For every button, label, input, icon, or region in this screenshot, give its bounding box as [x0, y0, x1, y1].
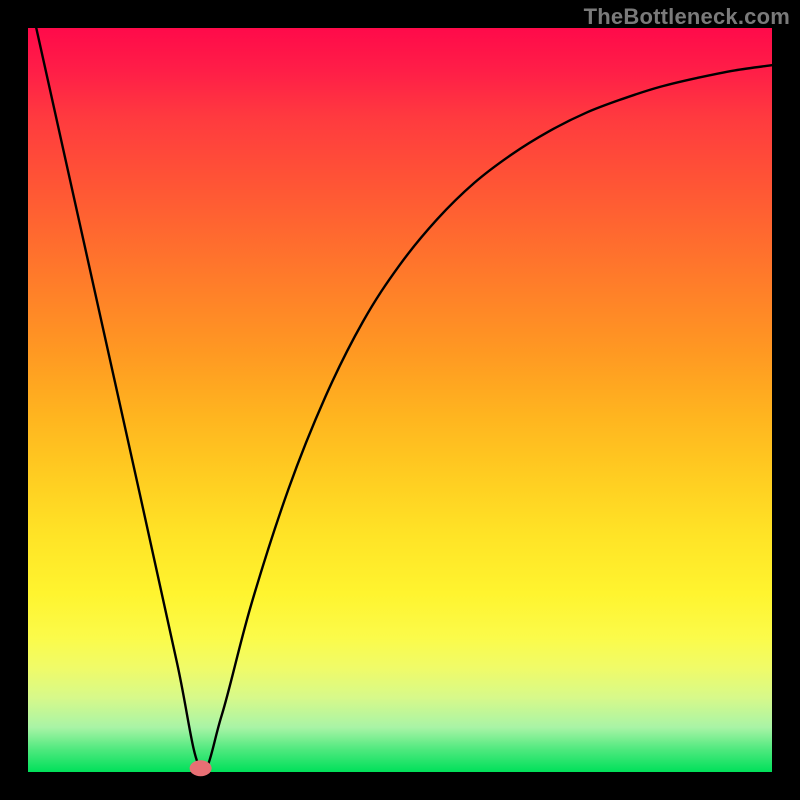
chart-stage: TheBottleneck.com [0, 0, 800, 800]
chart-svg [28, 28, 772, 772]
min-marker [190, 760, 212, 776]
watermark-text: TheBottleneck.com [584, 4, 790, 30]
bottleneck-curve [28, 0, 772, 770]
plot-area [28, 28, 772, 772]
